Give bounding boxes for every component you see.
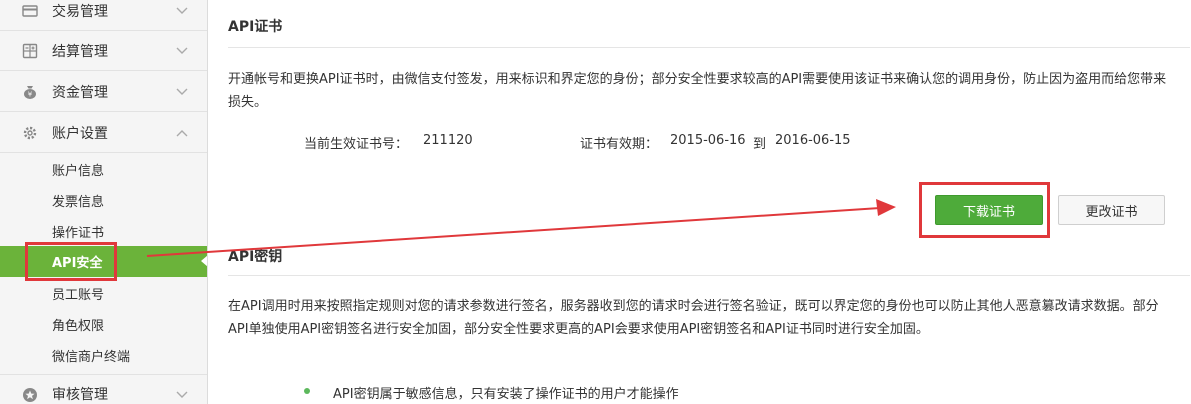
sidebar: 交易管理 结算管理 ¥ 资金管理 账户设置 账户信息 发票信息 操作证书 API… xyxy=(0,0,208,404)
active-indicator-arrow xyxy=(201,255,207,267)
cert-validity-label: 证书有效期： xyxy=(580,137,659,152)
cert-validity-to: 2016-06-15 xyxy=(775,133,851,148)
gear-icon xyxy=(23,126,37,140)
sidebar-group-transactions[interactable]: 交易管理 xyxy=(0,0,207,31)
sidebar-item-label: 操作证书 xyxy=(52,226,105,241)
star-icon xyxy=(23,388,37,402)
chevron-down-icon xyxy=(176,88,188,95)
apikey-description: 在API调用时用来按照指定规则对您的请求参数进行签名，服务器收到您的请求时会进行… xyxy=(228,299,1159,337)
cert-validity-from: 2015-06-16 xyxy=(670,133,746,148)
sidebar-item-label: 角色权限 xyxy=(52,319,105,334)
bullet-dot xyxy=(304,388,310,394)
chevron-down-icon xyxy=(176,7,188,14)
chevron-up-icon xyxy=(176,130,188,137)
sidebar-item-merchant-terminal[interactable]: 微信商户终端 xyxy=(0,340,207,371)
cert-serial-label: 当前生效证书号： xyxy=(304,137,409,152)
sidebar-group-funds[interactable]: ¥ 资金管理 xyxy=(0,72,207,112)
svg-text:¥: ¥ xyxy=(28,91,33,99)
sidebar-item-operation-cert[interactable]: 操作证书 xyxy=(0,216,207,247)
section-divider xyxy=(228,47,1190,48)
sidebar-item-role-permissions[interactable]: 角色权限 xyxy=(0,309,207,340)
change-cert-button[interactable]: 更改证书 xyxy=(1058,195,1165,225)
sidebar-item-label: 发票信息 xyxy=(52,195,105,210)
sidebar-group-label: 资金管理 xyxy=(52,84,108,101)
sidebar-item-label: API安全 xyxy=(52,256,103,271)
sidebar-group-label: 审核管理 xyxy=(52,387,108,403)
sidebar-group-label: 交易管理 xyxy=(52,3,108,20)
calculator-icon xyxy=(22,43,38,59)
sidebar-item-account-info[interactable]: 账户信息 xyxy=(0,154,207,185)
sidebar-item-label: 微信商户终端 xyxy=(52,350,131,365)
sidebar-item-staff-accounts[interactable]: 员工账号 xyxy=(0,278,207,309)
apikey-bullet-item: API密钥属于敏感信息，只有安装了操作证书的用户才能操作 xyxy=(333,387,679,402)
section-title-api-cert: API证书 xyxy=(228,19,283,35)
chevron-down-icon xyxy=(176,47,188,54)
sidebar-group-label: 结算管理 xyxy=(52,43,108,60)
cert-description: 开通帐号和更换API证书时，由微信支付签发，用来标识和界定您的身份；部分安全性要… xyxy=(228,72,1167,110)
sidebar-item-invoice-info[interactable]: 发票信息 xyxy=(0,185,207,216)
sidebar-item-api-security[interactable]: API安全 xyxy=(0,246,207,277)
section-divider xyxy=(228,275,1190,276)
sidebar-group-review[interactable]: 审核管理 xyxy=(0,374,207,404)
sidebar-group-label: 账户设置 xyxy=(52,125,108,142)
sidebar-group-settlement[interactable]: 结算管理 xyxy=(0,31,207,71)
sidebar-item-label: 员工账号 xyxy=(52,288,105,303)
download-cert-button[interactable]: 下载证书 xyxy=(935,195,1043,225)
money-bag-icon: ¥ xyxy=(24,86,36,99)
cert-validity-to-word: 到 xyxy=(753,137,767,152)
sidebar-group-account-settings[interactable]: 账户设置 xyxy=(0,113,207,153)
card-icon xyxy=(22,5,38,17)
section-title-api-key: API密钥 xyxy=(228,249,283,265)
sidebar-item-label: 账户信息 xyxy=(52,164,105,179)
cert-serial-value: 211120 xyxy=(423,133,473,148)
chevron-down-icon xyxy=(176,391,188,398)
main-content: API证书 开通帐号和更换API证书时，由微信支付签发，用来标识和界定您的身份；… xyxy=(208,0,1191,404)
